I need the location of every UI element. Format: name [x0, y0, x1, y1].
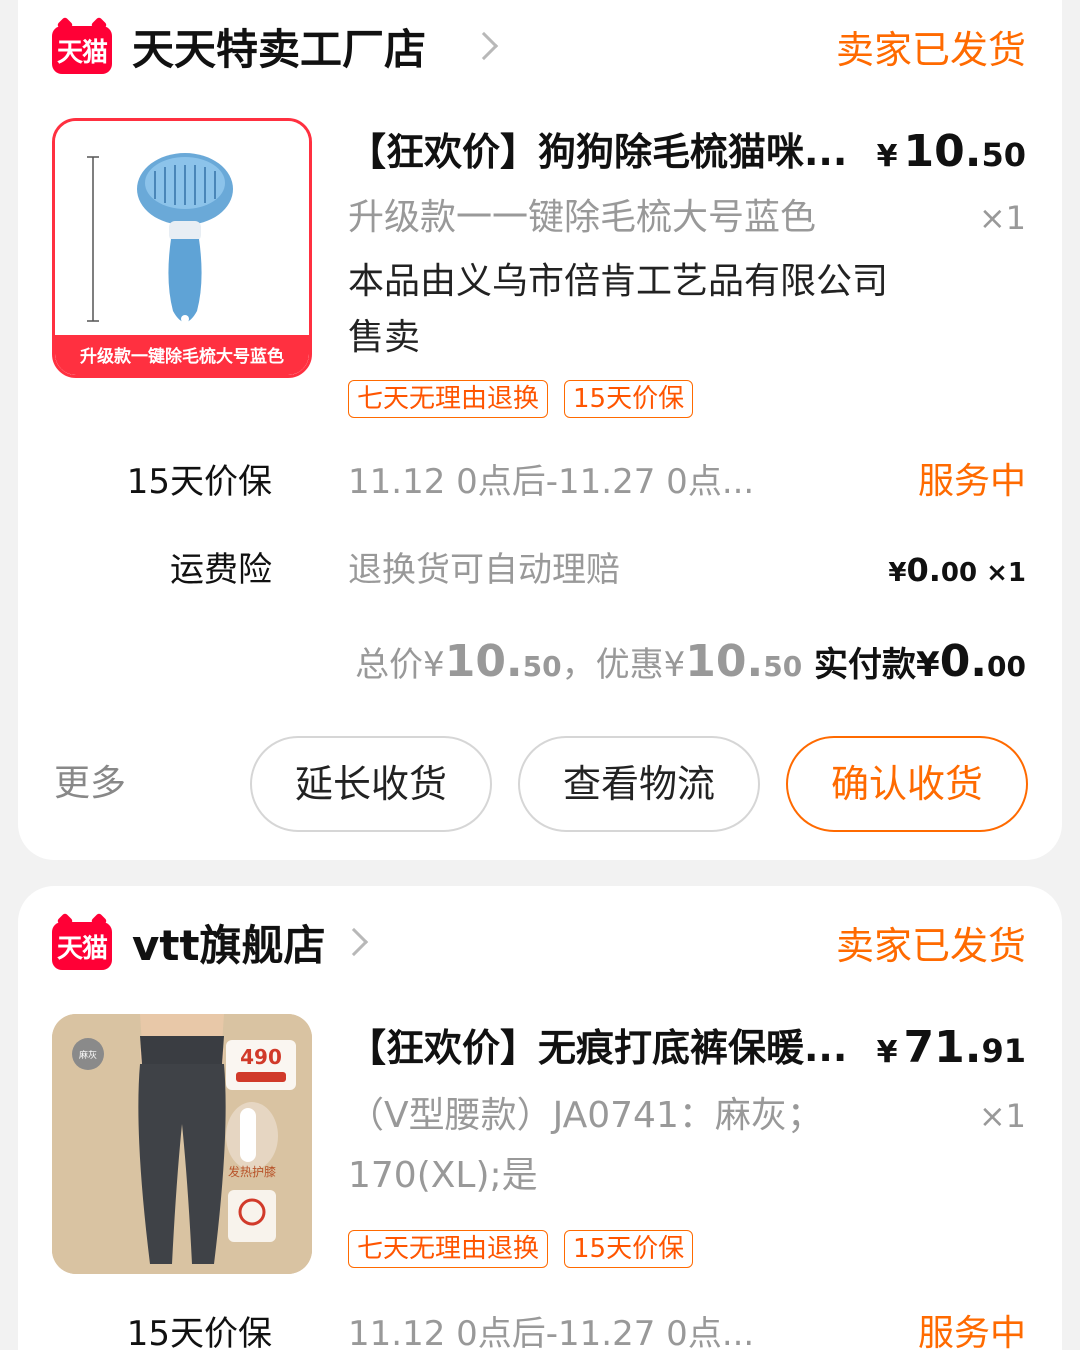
product-image-badge: 麻灰 [79, 1049, 97, 1061]
product-image-feature: 发热护膝 [228, 1164, 276, 1179]
tmall-logo-icon: 天猫 [52, 922, 112, 970]
total-integer: 10. [444, 636, 523, 687]
shop-header[interactable]: 天猫 vtt旗舰店 卖家已发货 [52, 916, 1026, 986]
more-button[interactable]: 更多 [54, 754, 126, 814]
service-status: 服务中 [917, 1313, 1026, 1350]
product-quantity: ×1 [978, 199, 1026, 237]
order-status: 卖家已发货 [835, 28, 1026, 72]
service-status: 服务中 [917, 461, 1026, 502]
shop-name[interactable]: vtt旗舰店 [132, 916, 326, 976]
service-desc: 11.12 0点后-11.27 0点... [348, 1314, 755, 1350]
seller-note: 本品由义乌市倍肯工艺品有限公司售卖 [348, 261, 889, 358]
service-price-decimal: 00 [940, 558, 978, 588]
chevron-right-icon[interactable] [339, 927, 369, 957]
tag-price-protect: 15天价保 [564, 380, 694, 418]
shop-header[interactable]: 天猫 天天特卖工厂店 卖家已发货 [52, 20, 1026, 90]
discount-decimal: 50 [763, 650, 803, 683]
service-desc: 退换货可自动理赔 [348, 550, 620, 590]
extend-receipt-button[interactable]: 延长收货 [250, 736, 492, 832]
product-image[interactable]: 升级款一键除毛梳大号蓝色 [52, 118, 312, 378]
product-image-price: 490 [240, 1045, 282, 1069]
order-total: 总价¥10.50，优惠¥10.50 实付款¥0.00 [355, 632, 1026, 701]
order-card: 天猫 天天特卖工厂店 卖家已发货 升级款一键除毛梳大号蓝色 【狂欢价】狗狗除毛梳… [18, 0, 1062, 860]
service-row-price-protect[interactable]: 15天价保 11.12 0点后-11.27 0点... 服务中 [36, 452, 1026, 512]
chevron-right-icon[interactable] [469, 31, 499, 61]
confirm-receipt-button[interactable]: 确认收货 [786, 736, 1028, 832]
price-decimal: 91 [981, 1032, 1026, 1070]
price-decimal: 50 [981, 136, 1026, 174]
product-price: ¥71.91 [877, 1020, 1026, 1085]
order-status: 卖家已发货 [835, 924, 1026, 968]
tmall-logo-icon: 天猫 [52, 26, 112, 74]
service-price: ¥0.00 ×1 [888, 540, 1026, 603]
service-desc: 11.12 0点后-11.27 0点... [348, 462, 755, 502]
product-sku: （V型腰款）JA0741：麻灰；170(XL);是 [348, 1095, 823, 1196]
product-title[interactable]: 【狂欢价】无痕打底裤保暖... [348, 1020, 868, 1076]
product-sku: 升级款一一键除毛梳大号蓝色 [348, 197, 817, 238]
service-price-currency: ¥ [888, 558, 907, 588]
order-card: 天猫 vtt旗舰店 卖家已发货 麻灰 490 发热护膝 【狂欢价】无痕打底裤保暖… [18, 886, 1062, 1350]
total-decimal: 50 [522, 650, 562, 683]
tag-seven-day-return: 七天无理由退换 [348, 1230, 549, 1268]
shop-name[interactable]: 天天特卖工厂店 [132, 20, 426, 80]
service-price-integer: 0. [906, 551, 941, 589]
paid-label: 实付款¥ [802, 645, 940, 685]
product-quantity: ×1 [978, 1097, 1026, 1135]
service-tags: 七天无理由退换 15天价保 [348, 1230, 694, 1268]
tag-price-protect: 15天价保 [564, 1230, 694, 1268]
total-label: 总价¥ [355, 645, 445, 685]
leggings-image: 麻灰 490 发热护膝 [52, 1014, 312, 1274]
tag-seven-day-return: 七天无理由退换 [348, 380, 549, 418]
discount-label: ，优惠¥ [561, 645, 686, 685]
view-logistics-button[interactable]: 查看物流 [518, 736, 760, 832]
price-currency: ¥ [876, 1035, 898, 1070]
paid-integer: 0. [939, 636, 988, 687]
service-tags: 七天无理由退换 15天价保 [348, 380, 694, 418]
product-title[interactable]: 【狂欢价】狗狗除毛梳猫咪... [348, 124, 868, 180]
product-image-caption: 升级款一键除毛梳大号蓝色 [80, 346, 284, 367]
service-row-price-protect[interactable]: 15天价保 11.12 0点后-11.27 0点... 服务中 [36, 1304, 1026, 1350]
service-label: 15天价保 [126, 462, 272, 502]
product-image[interactable]: 麻灰 490 发热护膝 [52, 1014, 312, 1274]
service-quantity: ×1 [977, 558, 1026, 588]
price-currency: ¥ [876, 139, 898, 174]
product-price: ¥10.50 [877, 124, 1026, 189]
price-integer: 71. [903, 1022, 982, 1073]
paid-decimal: 00 [987, 650, 1026, 683]
service-row-shipping-insurance[interactable]: 运费险 退换货可自动理赔 ¥0.00 ×1 [36, 540, 1026, 600]
pet-brush-image: 升级款一键除毛梳大号蓝色 [55, 121, 309, 375]
price-integer: 10. [903, 126, 982, 177]
discount-integer: 10. [685, 636, 764, 687]
service-label: 运费险 [170, 550, 272, 590]
service-label: 15天价保 [126, 1314, 272, 1350]
